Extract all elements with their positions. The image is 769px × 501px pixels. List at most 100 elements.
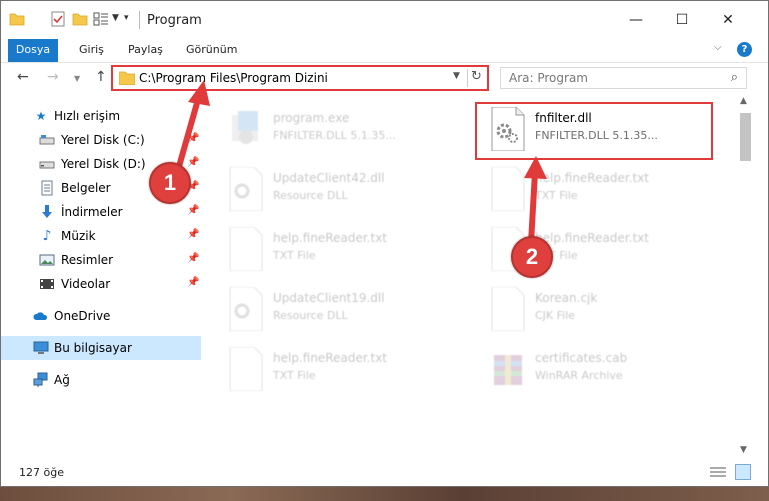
properties-icon[interactable]	[50, 11, 66, 27]
list-item[interactable]: program.exe FNFILTER.DLL 5.1.35...	[213, 99, 458, 159]
chevron-down-icon[interactable]: ⌵	[714, 42, 722, 53]
maximize-button[interactable]: ☐	[659, 1, 705, 39]
scroll-thumb[interactable]	[740, 113, 751, 161]
help-icon[interactable]: ?	[737, 42, 752, 57]
customize-toolbar-icon[interactable]: ▾	[124, 13, 129, 23]
maximize-icon: ☐	[675, 12, 689, 28]
file-name: help.fineReader.txt	[273, 231, 387, 245]
pin-icon[interactable]: 📌	[187, 253, 199, 264]
file-description: TXT File	[273, 249, 316, 262]
pin-icon[interactable]: 📌	[187, 277, 199, 288]
item-count: 127 öğe	[19, 466, 64, 479]
vertical-scrollbar[interactable]: ▲ ▼	[737, 95, 754, 457]
list-item[interactable]: help.fineReader.txt TXT File	[475, 159, 720, 219]
list-item[interactable]: certificates.cab WinRAR Archive	[475, 339, 720, 399]
search-icon[interactable]: ⌕	[731, 70, 738, 85]
window-title: Program	[147, 13, 202, 28]
file-name: help.fineReader.txt	[535, 231, 649, 245]
tab-home[interactable]: Giriş	[79, 39, 104, 62]
step-badge-2: 2	[511, 236, 553, 278]
sidebar-item-label: İndirmeler	[61, 205, 123, 219]
navigation-pane: ★ Hızlı erişim Yerel Disk (C:) 📌 Yerel D…	[1, 101, 201, 457]
close-button[interactable]: ✕	[705, 1, 751, 39]
minimize-button[interactable]: —	[613, 1, 659, 39]
file-description: FNFILTER.DLL 5.1.35...	[273, 129, 396, 142]
sidebar-item-label: Yerel Disk (D:)	[61, 157, 146, 171]
sidebar-item-music[interactable]: ♪ Müzik 📌	[1, 224, 201, 248]
back-arrow-icon[interactable]: ←	[17, 69, 29, 85]
list-item[interactable]: Korean.cjk CJK File	[475, 279, 720, 339]
address-path[interactable]: C:\Program Files\Program Dizini	[139, 71, 328, 85]
list-item[interactable]: help.fineReader.txt TXT File	[213, 339, 458, 399]
sidebar-item-onedrive[interactable]: OneDrive	[1, 304, 201, 328]
file-name: UpdateClient42.dll	[273, 171, 385, 185]
sidebar-item-this-pc[interactable]: Bu bilgisayar	[1, 336, 201, 360]
list-item[interactable]: UpdateClient42.dll Resource DLL	[213, 159, 458, 219]
file-description: TXT File	[535, 189, 578, 202]
pin-icon[interactable]: 📌	[187, 205, 199, 216]
address-divider	[467, 69, 468, 87]
tiles-view-icon[interactable]	[735, 464, 751, 480]
sidebar-item-label: Videolar	[61, 277, 111, 291]
text-file-icon	[491, 167, 525, 211]
blank-file-icon	[491, 287, 525, 331]
refresh-icon[interactable]: ↻	[471, 69, 482, 84]
text-file-icon	[229, 227, 263, 271]
tab-view[interactable]: Görünüm	[186, 39, 237, 62]
search-box[interactable]: Ara: Program ⌕	[500, 67, 747, 89]
ribbon: Dosya Giriş Paylaş Görünüm ⌵ ?	[1, 39, 768, 63]
sidebar-item-label: OneDrive	[54, 309, 111, 323]
videos-icon	[40, 279, 54, 289]
sidebar-item-label: Yerel Disk (C:)	[61, 133, 145, 147]
status-bar: 127 öğe	[1, 457, 768, 486]
sidebar-item-pictures[interactable]: Resimler 📌	[1, 248, 201, 272]
exe-icon	[232, 111, 258, 144]
file-name: help.fineReader.txt	[535, 171, 649, 185]
title-separator	[139, 11, 140, 29]
dll-icon	[229, 287, 263, 331]
music-icon: ♪	[42, 228, 52, 244]
pin-icon[interactable]: 📌	[187, 133, 199, 144]
documents-icon	[41, 180, 53, 196]
search-input[interactable]: Ara: Program	[509, 71, 588, 85]
folder-icon	[119, 71, 135, 85]
pictures-icon	[39, 254, 55, 266]
forward-arrow-icon[interactable]: →	[47, 69, 59, 85]
sidebar-item-quick-access[interactable]: ★ Hızlı erişim	[1, 104, 201, 128]
recent-locations-icon[interactable]: ▼	[74, 74, 80, 83]
new-folder-icon[interactable]	[72, 11, 88, 27]
tab-file[interactable]: Dosya	[8, 39, 58, 62]
sidebar-item-videos[interactable]: Videolar 📌	[1, 272, 201, 296]
view-options-icon[interactable]	[93, 11, 109, 27]
file-description: CJK File	[535, 309, 576, 322]
explorer-window: ▼ ▾ Program — ☐ ✕ Dosya Giriş Paylaş Gör…	[0, 0, 769, 487]
address-bar[interactable]: C:\Program Files\Program Dizini ▼ ↻	[111, 65, 489, 91]
network-icon	[33, 372, 48, 387]
list-item[interactable]: UpdateClient19.dll Resource DLL	[213, 279, 458, 339]
sidebar-item-network[interactable]: Ağ	[1, 368, 201, 392]
sidebar-item-local-disk-c[interactable]: Yerel Disk (C:) 📌	[1, 128, 201, 152]
folder-icon[interactable]	[9, 11, 25, 27]
scroll-up-icon[interactable]: ▲	[740, 96, 747, 106]
file-description: TXT File	[273, 369, 316, 382]
archive-icon	[494, 355, 522, 385]
file-name: help.fineReader.txt	[273, 351, 387, 365]
desktop-background	[0, 487, 769, 501]
up-arrow-icon[interactable]: ↑	[95, 69, 107, 85]
computer-icon	[33, 341, 49, 354]
chevron-down-icon[interactable]: ▼	[112, 13, 119, 23]
highlight-box	[475, 102, 713, 160]
sidebar-item-label: Hızlı erişim	[54, 109, 121, 123]
pin-icon[interactable]: 📌	[187, 157, 199, 168]
tab-share[interactable]: Paylaş	[128, 39, 163, 62]
chevron-down-icon[interactable]: ▼	[453, 71, 460, 81]
drive-icon	[39, 135, 55, 145]
scroll-down-icon[interactable]: ▼	[740, 445, 747, 455]
list-item[interactable]: help.fineReader.txt TXT File	[213, 219, 458, 279]
pin-icon[interactable]: 📌	[187, 229, 199, 240]
file-name: Korean.cjk	[535, 291, 598, 305]
file-description: Resource DLL	[273, 309, 348, 322]
file-name: UpdateClient19.dll	[273, 291, 385, 305]
details-view-icon[interactable]	[710, 466, 726, 478]
sidebar-item-label: Bu bilgisayar	[54, 341, 132, 355]
